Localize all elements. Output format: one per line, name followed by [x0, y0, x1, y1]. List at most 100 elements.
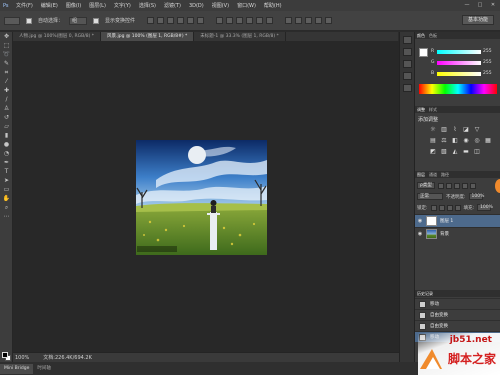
photo-filter-icon[interactable]: ◉: [462, 137, 470, 145]
brightness-contrast-icon[interactable]: ☼: [429, 126, 437, 134]
history-brush-tool-icon[interactable]: ↺: [2, 114, 11, 122]
path-select-tool-icon[interactable]: ➤: [2, 177, 11, 185]
history-item[interactable]: 移动: [415, 298, 500, 309]
gradient-map-icon[interactable]: ▬: [462, 148, 470, 156]
distribute-middle-icon[interactable]: [226, 17, 234, 24]
green-slider[interactable]: [437, 60, 481, 65]
tab-styles[interactable]: 样式: [429, 107, 437, 113]
red-value[interactable]: 255: [483, 49, 492, 54]
paragraph-panel-icon[interactable]: [403, 72, 412, 80]
tab-swatches[interactable]: 色板: [429, 33, 437, 39]
blend-mode-dropdown[interactable]: 正常: [417, 193, 443, 200]
crop-tool-icon[interactable]: ⌗: [2, 69, 11, 77]
tab-paths[interactable]: 路径: [441, 172, 449, 178]
menu-filter[interactable]: 滤镜(T): [160, 2, 185, 9]
distribute-right-icon[interactable]: [266, 17, 274, 24]
zoom-tool-icon[interactable]: ⌕: [2, 204, 11, 212]
gradient-tool-icon[interactable]: ▮: [2, 132, 11, 140]
curves-icon[interactable]: ⌇: [451, 126, 459, 134]
3d-roll-icon[interactable]: [295, 17, 303, 24]
exposure-icon[interactable]: ◪: [462, 126, 470, 134]
blur-tool-icon[interactable]: ●: [2, 141, 11, 149]
doc-tab-untitled[interactable]: 未标题-1 @ 33.3% (图层 1, RGB/8) *: [194, 32, 286, 41]
eyedropper-tool-icon[interactable]: ⁄: [2, 78, 11, 86]
workspace-switcher[interactable]: 基本功能: [462, 15, 494, 25]
align-center-icon[interactable]: [187, 17, 195, 24]
layer-row[interactable]: ◉ 背景: [415, 227, 500, 240]
3d-rotate-icon[interactable]: [285, 17, 293, 24]
close-button[interactable]: ✕: [488, 1, 498, 9]
tab-timeline[interactable]: 时间轴: [33, 364, 55, 374]
clone-stamp-tool-icon[interactable]: ♙: [2, 105, 11, 113]
brush-tool-icon[interactable]: ∕: [2, 96, 11, 104]
blue-value[interactable]: 255: [483, 71, 492, 76]
distribute-bottom-icon[interactable]: [236, 17, 244, 24]
canvas-area[interactable]: [13, 41, 399, 352]
menu-image[interactable]: 图像(I): [62, 2, 85, 9]
distribute-top-icon[interactable]: [216, 17, 224, 24]
filter-shape-icon[interactable]: [462, 182, 468, 189]
align-top-icon[interactable]: [147, 17, 155, 24]
dodge-tool-icon[interactable]: ◔: [2, 150, 11, 158]
filter-pixel-icon[interactable]: [438, 182, 444, 189]
layer-name[interactable]: 图层 1: [440, 218, 453, 224]
tab-layers[interactable]: 图层: [417, 172, 425, 178]
red-slider[interactable]: [437, 49, 481, 54]
tab-history[interactable]: 历史记录: [417, 291, 433, 297]
menu-window[interactable]: 窗口(W): [233, 2, 260, 9]
menu-help[interactable]: 帮助(H): [260, 2, 286, 9]
type-tool-icon[interactable]: T: [2, 168, 11, 176]
move-tool-preset-icon[interactable]: [4, 16, 20, 25]
blue-slider[interactable]: [437, 71, 481, 76]
channel-mixer-icon[interactable]: ◎: [473, 137, 481, 145]
auto-select-dropdown[interactable]: 组: [69, 16, 88, 25]
move-tool-icon[interactable]: ✥: [2, 33, 11, 41]
tab-channels[interactable]: 通道: [429, 172, 437, 178]
3d-pan-icon[interactable]: [305, 17, 313, 24]
menu-type[interactable]: 文字(Y): [110, 2, 135, 9]
distribute-center-icon[interactable]: [256, 17, 264, 24]
distribute-left-icon[interactable]: [246, 17, 254, 24]
threshold-icon[interactable]: ◭: [451, 148, 459, 156]
history-item[interactable]: 自由变换: [415, 320, 500, 331]
green-value[interactable]: 255: [483, 60, 492, 65]
tab-mini-bridge[interactable]: Mini Bridge: [0, 363, 34, 374]
3d-slide-icon[interactable]: [315, 17, 323, 24]
history-item[interactable]: 自由变换: [415, 309, 500, 320]
lasso-tool-icon[interactable]: ➰: [2, 51, 11, 59]
menu-3d[interactable]: 3D(D): [185, 3, 208, 9]
doc-tab-portrait[interactable]: 人物.jpg @ 100%(图层 0, RGB/8) *: [13, 32, 102, 41]
opacity-field[interactable]: 100%: [468, 193, 484, 200]
layer-name[interactable]: 背景: [440, 231, 449, 237]
filter-adjustment-icon[interactable]: [446, 182, 452, 189]
posterize-icon[interactable]: ▧: [440, 148, 448, 156]
lock-all-icon[interactable]: [454, 204, 461, 211]
3d-scale-icon[interactable]: [325, 17, 333, 24]
healing-brush-tool-icon[interactable]: ✚: [2, 87, 11, 95]
menu-view[interactable]: 视图(V): [208, 2, 233, 9]
auto-select-checkbox[interactable]: [26, 17, 32, 24]
lock-position-icon[interactable]: [446, 204, 453, 211]
brush-panel-icon[interactable]: [403, 84, 412, 92]
edit-toolbar-icon[interactable]: ⋯: [2, 213, 11, 221]
layer-row[interactable]: ◉ 图层 1: [415, 214, 500, 227]
menu-file[interactable]: 文件(F): [12, 2, 37, 9]
fill-field[interactable]: 100%: [477, 204, 493, 211]
quick-select-tool-icon[interactable]: ✎: [2, 60, 11, 68]
foreground-color-swatch[interactable]: [2, 352, 8, 358]
levels-icon[interactable]: ▥: [440, 126, 448, 134]
filter-smart-object-icon[interactable]: [470, 182, 476, 189]
color-lookup-icon[interactable]: ▦: [484, 137, 492, 145]
character-panel-icon[interactable]: [403, 60, 412, 68]
vibrance-icon[interactable]: ▽: [473, 126, 481, 134]
eye-icon[interactable]: ◉: [417, 218, 423, 224]
lock-transparent-icon[interactable]: [430, 204, 437, 211]
invert-icon[interactable]: ◩: [429, 148, 437, 156]
hue-saturation-icon[interactable]: ▤: [429, 137, 437, 145]
pen-tool-icon[interactable]: ✒: [2, 159, 11, 167]
align-middle-icon[interactable]: [157, 17, 165, 24]
current-color-swatch[interactable]: [419, 48, 428, 57]
eye-icon[interactable]: ◉: [417, 231, 423, 237]
align-left-icon[interactable]: [177, 17, 185, 24]
properties-panel-icon[interactable]: [403, 48, 412, 56]
